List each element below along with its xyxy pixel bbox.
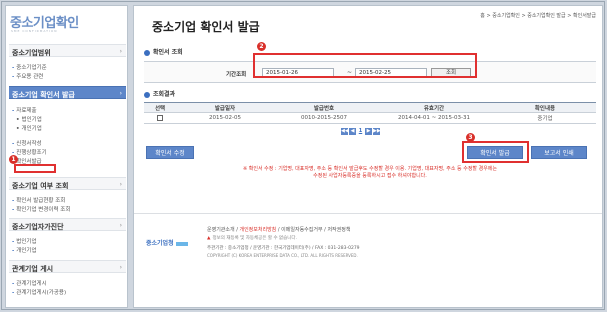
- page-number-link[interactable]: 1: [357, 128, 364, 135]
- pagination: ◀◀ ◀ 1 ▶ ▶▶: [341, 128, 381, 135]
- logo-swoosh-icon: [175, 241, 188, 246]
- highlight-box-search: [253, 53, 477, 78]
- sidebar-item-issue-status[interactable]: - 확인서 발급현황 조회: [12, 196, 65, 204]
- window-frame: 중소기업확인 SME CONFIRMATION 중소기업범위 › - 중소기업기준…: [1, 1, 605, 310]
- sidebar-section-range[interactable]: 중소기업범위 ›: [9, 44, 126, 57]
- sidebar-section-label: 중소기업 확인서 발급: [12, 91, 75, 99]
- sidebar-item-corporate[interactable]: • 법인기업: [16, 115, 42, 123]
- notice-text: ※ 확인서 수정 : 기업명, 대표자명, 주소 등 확인서 발급후도 수정할 …: [242, 166, 498, 179]
- column-header: 선택: [144, 102, 176, 113]
- sidebar-section-label: 중소기업자가진단: [12, 223, 64, 231]
- period-label: 기간조회: [226, 72, 247, 78]
- step-marker-1: 1: [9, 155, 18, 164]
- sidebar-item-application[interactable]: - 신청서작성: [12, 139, 42, 147]
- sidebar-item-sme-criteria[interactable]: - 중소기업기준: [12, 63, 47, 71]
- results-section-header: 조회결과: [144, 89, 175, 98]
- site-logo-subtitle: SME CONFIRMATION: [11, 29, 58, 33]
- search-section-header: 확인서 조회: [144, 47, 183, 56]
- footer-copyright: COPYRIGHT (C) KOREA ENTERPRISE DATA CO.,…: [207, 253, 358, 258]
- sidebar-item-relation-post[interactable]: - 관계기업게시: [12, 279, 47, 287]
- chevron-right-icon: ›: [119, 181, 122, 188]
- sidebar-item-self-individual[interactable]: - 개인기업: [12, 246, 37, 254]
- table-row[interactable]: 2015-02-05 0010-2015-2507 2014-04-01 ~ 2…: [144, 112, 596, 124]
- last-page-button[interactable]: ▶▶: [373, 128, 381, 135]
- column-header: 확인내용: [494, 102, 596, 113]
- footer-link-email-refuse[interactable]: 이메일자동수집거부: [281, 227, 322, 233]
- sidebar-item-progress[interactable]: - 진행상황조기: [12, 148, 47, 156]
- print-report-button[interactable]: 보고서 인쇄: [531, 146, 587, 159]
- chevron-right-icon: ›: [119, 222, 122, 229]
- sidebar-section-issue[interactable]: 중소기업 확인서 발급 ›: [9, 86, 126, 99]
- first-page-button[interactable]: ◀◀: [341, 128, 349, 135]
- footer-link-about[interactable]: 운영기관소개: [207, 227, 235, 233]
- footer-address: 주관기관 : 중소기업청 / 운영기관 : 한국기업데이터(주) / FAX :…: [207, 246, 360, 251]
- sidebar-item-change-history[interactable]: - 확인기업 변경이력 조회: [12, 205, 70, 213]
- footer-link-copyright[interactable]: 저작권정책: [327, 227, 350, 233]
- warning-icon: ▲: [207, 236, 211, 241]
- main-content: 중소기업 확인서 발급 홈 > 중소기업확인 > 중소기업확인 발급 > 확인서…: [133, 5, 603, 308]
- table-header-row: 선택 발급일자 발급번호 유효기간 확인내용: [144, 102, 596, 113]
- prev-page-button[interactable]: ◀: [349, 128, 356, 135]
- bullet-icon: [144, 49, 150, 56]
- modify-certificate-button[interactable]: 확인서 수정: [146, 146, 194, 159]
- sidebar-item-submit-docs[interactable]: - 자료제출: [12, 106, 37, 114]
- highlight-box-sidebar: [14, 164, 56, 173]
- chevron-right-icon: ›: [119, 264, 122, 271]
- sidebar-section-relation[interactable]: 관계기업 게시 ›: [9, 260, 126, 273]
- sidebar-section-self-diagnosis[interactable]: 중소기업자가진단 ›: [9, 218, 126, 231]
- step-marker-3: 3: [466, 133, 475, 142]
- chevron-right-icon: ›: [119, 90, 122, 97]
- sidebar-item-related[interactable]: - 주요용 관련: [12, 72, 43, 80]
- sidebar-item-self-corporate[interactable]: - 법인기업: [12, 237, 37, 245]
- sidebar: 중소기업확인 SME CONFIRMATION 중소기업범위 › - 중소기업기준…: [5, 5, 128, 308]
- page-title: 중소기업 확인서 발급: [152, 20, 260, 34]
- footer: 중소기업청 운영기관소개 / 개인정보처리방침 / 이메일자동수집거부 / 저작…: [134, 213, 602, 267]
- sidebar-section-label: 관계기업 게시: [12, 265, 54, 273]
- sidebar-section-label: 중소기업 여부 조회: [12, 182, 69, 190]
- issue-date-cell: 2015-02-05: [176, 112, 274, 124]
- bullet-icon: [144, 91, 150, 98]
- footer-logo[interactable]: 중소기업청: [146, 238, 188, 247]
- sidebar-section-label: 중소기업범위: [12, 49, 51, 57]
- highlight-box-issue: [462, 141, 529, 163]
- footer-links: 운영기관소개 / 개인정보처리방침 / 이메일자동수집거부 / 저작권정책: [207, 227, 351, 233]
- sidebar-item-relation-post-processed[interactable]: - 관계기업게시(가공용): [12, 288, 66, 296]
- footer-warning: ▲ 정보의 재등록 및 자동체공은 할 수 없습니다.: [207, 236, 298, 241]
- footer-link-privacy[interactable]: 개인정보처리방침: [239, 227, 276, 233]
- next-page-button[interactable]: ▶: [365, 128, 372, 135]
- validity-cell: 2014-04-01 ~ 2015-03-31: [374, 112, 494, 124]
- issue-number-cell: 0010-2015-2507: [274, 112, 374, 124]
- results-table: 선택 발급일자 발급번호 유효기간 확인내용 2015-02-05 0010-2…: [144, 102, 596, 124]
- content-cell: 중기업: [494, 112, 596, 124]
- sidebar-item-individual[interactable]: • 개인기업: [16, 124, 42, 132]
- column-header: 발급일자: [176, 102, 274, 113]
- breadcrumb: 홈 > 중소기업확인 > 중소기업확인 발급 > 확인서발급: [480, 13, 596, 19]
- sidebar-section-check[interactable]: 중소기업 여부 조회 ›: [9, 177, 126, 190]
- step-marker-2: 2: [257, 42, 266, 51]
- row-select-cell: [144, 112, 176, 124]
- column-header: 유효기간: [374, 102, 494, 113]
- chevron-right-icon: ›: [119, 48, 122, 55]
- column-header: 발급번호: [274, 102, 374, 113]
- row-checkbox[interactable]: [157, 114, 163, 121]
